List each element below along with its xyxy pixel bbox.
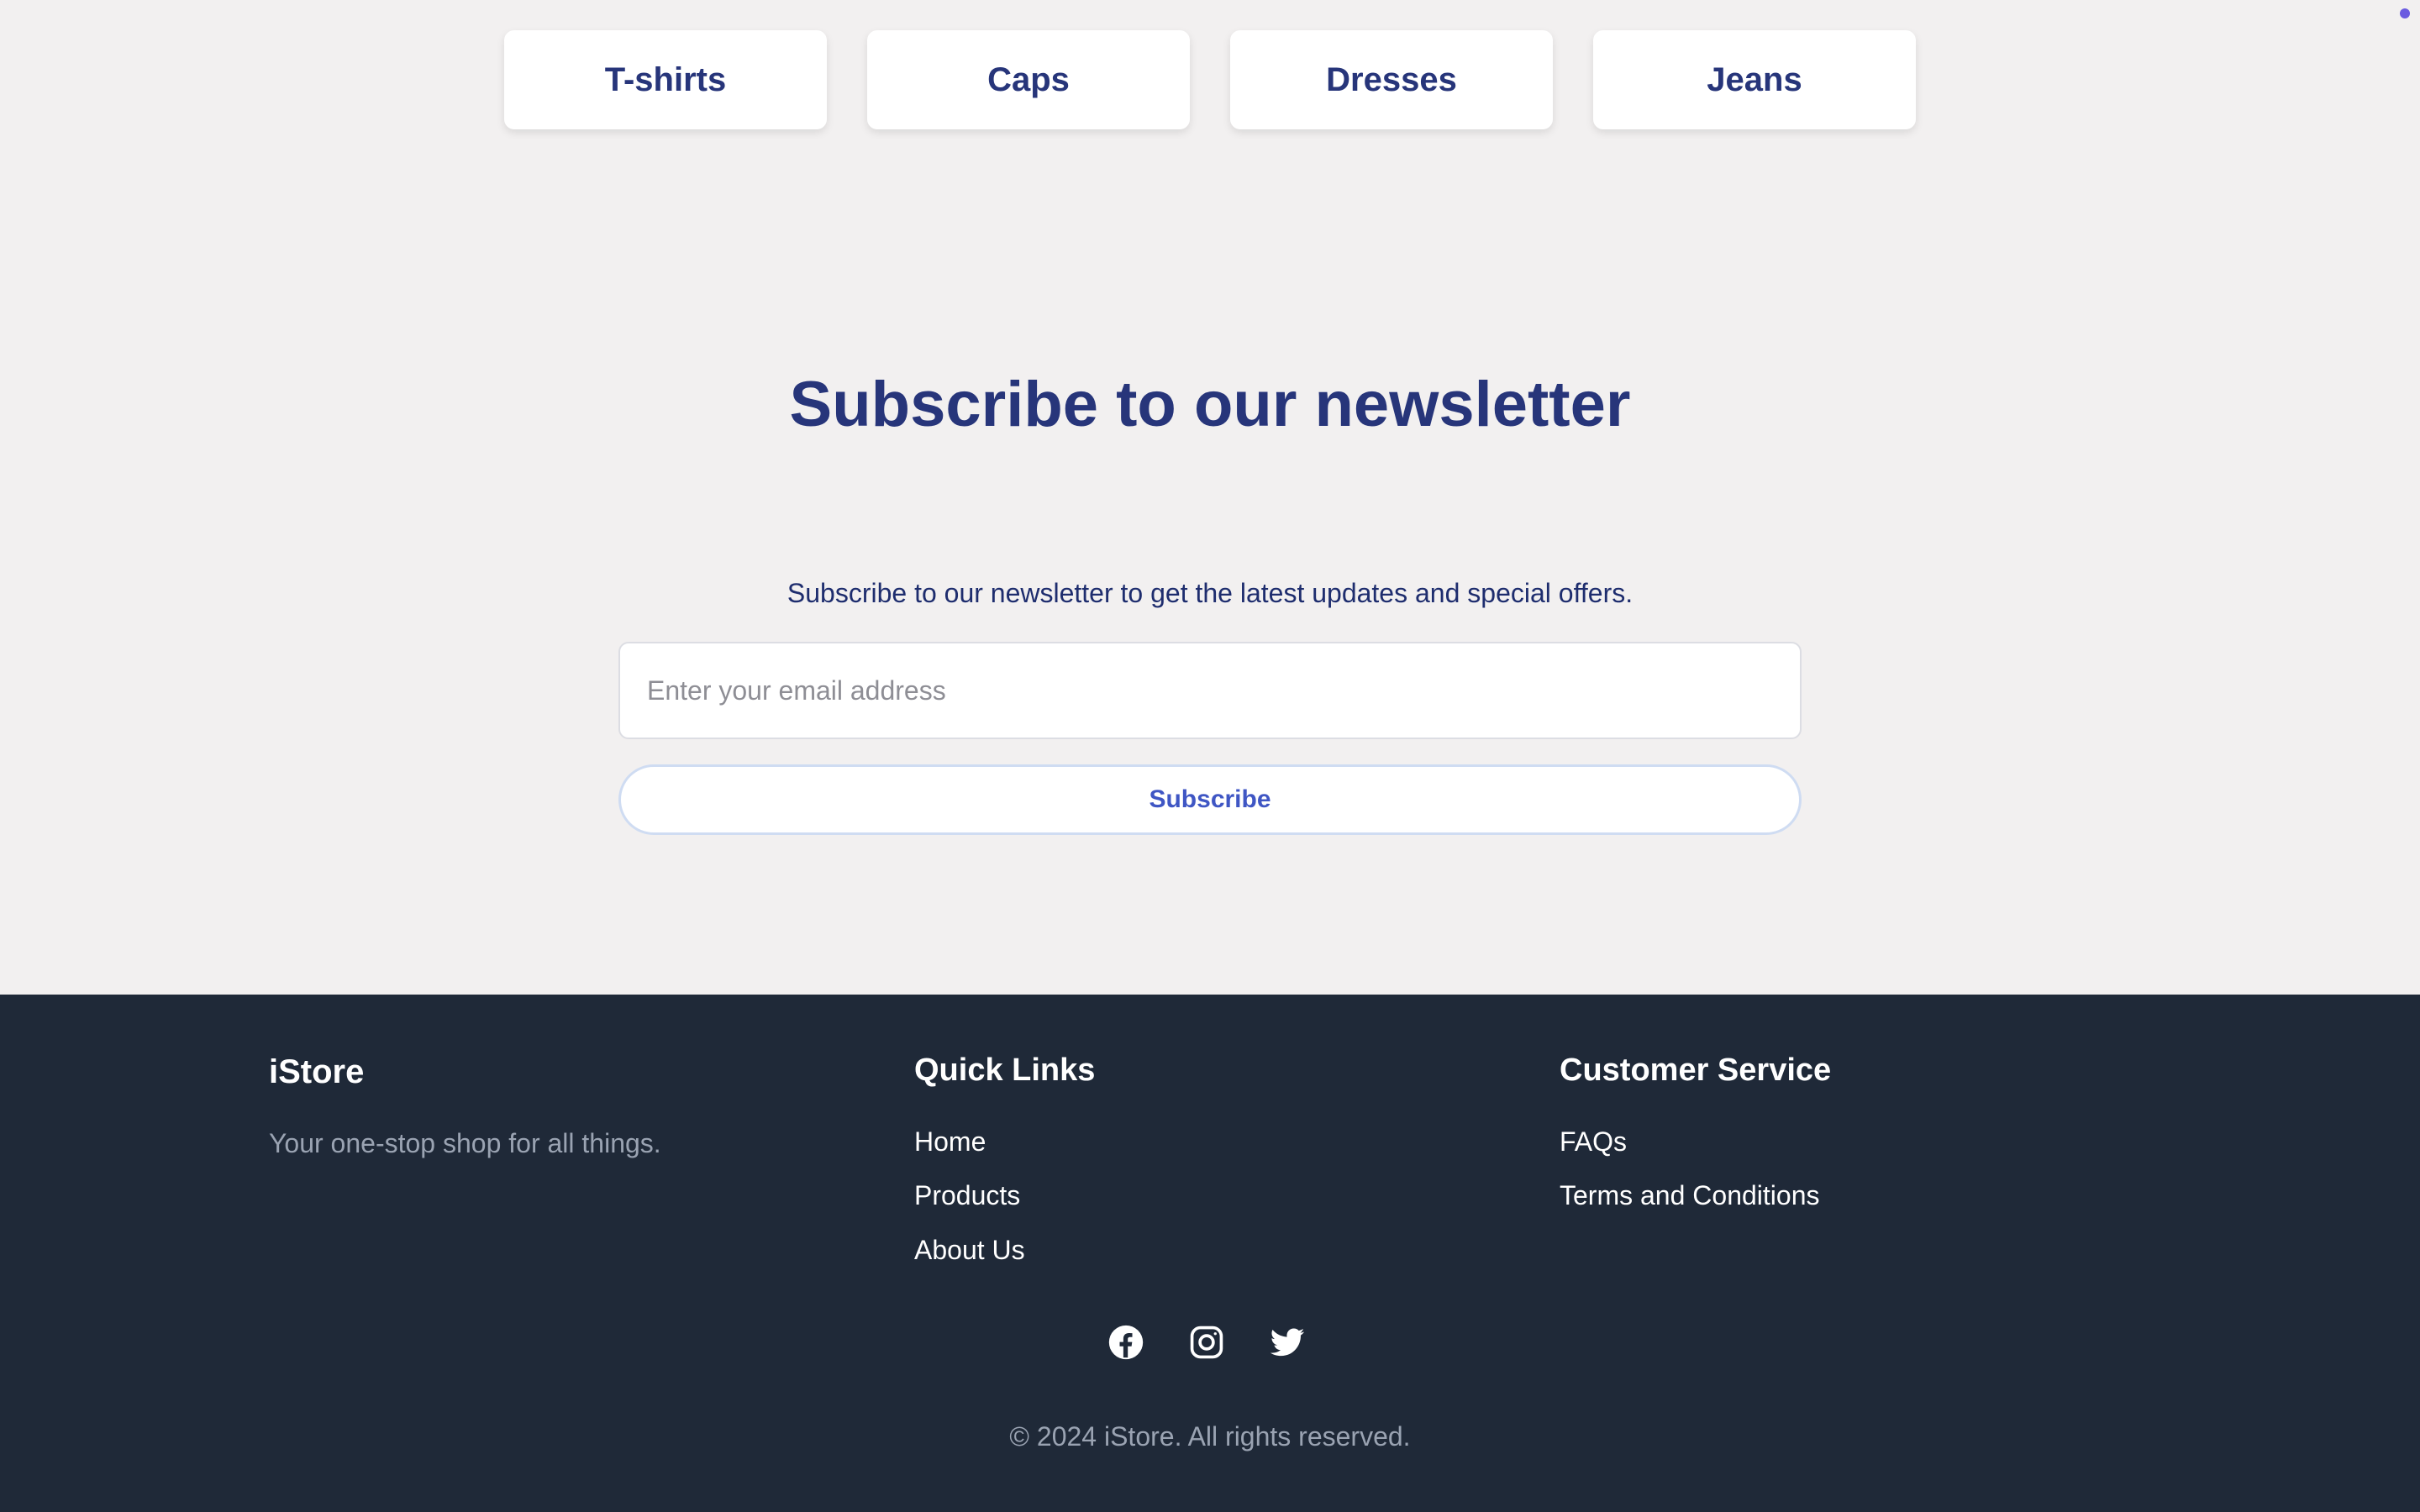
page: T-shirts Caps Dresses Jeans Subscribe to… bbox=[0, 0, 2420, 1512]
category-card-caps[interactable]: Caps bbox=[867, 30, 1190, 129]
instagram-icon[interactable] bbox=[1188, 1324, 1225, 1361]
footer-link-terms[interactable]: Terms and Conditions bbox=[1560, 1179, 1831, 1211]
social-icons bbox=[1107, 1324, 1306, 1361]
footer-link-about-us[interactable]: About Us bbox=[914, 1234, 1095, 1266]
quick-links-list: Home Products About Us bbox=[914, 1126, 1095, 1266]
newsletter-title: Subscribe to our newsletter bbox=[789, 369, 1631, 440]
footer-tagline: Your one-stop shop for all things. bbox=[269, 1128, 661, 1158]
quick-links-heading: Quick Links bbox=[914, 1053, 1096, 1088]
category-card-tshirts[interactable]: T-shirts bbox=[504, 30, 827, 129]
footer-link-products[interactable]: Products bbox=[914, 1179, 1095, 1211]
category-card-dresses[interactable]: Dresses bbox=[1230, 30, 1553, 129]
email-input[interactable] bbox=[618, 642, 1802, 739]
footer-brand-column: iStore Your one-stop shop for all things… bbox=[269, 1053, 661, 1159]
footer-customer-service-column: Customer Service FAQs Terms and Conditio… bbox=[1560, 1053, 1831, 1234]
status-dot bbox=[2400, 8, 2410, 18]
customer-service-list: FAQs Terms and Conditions bbox=[1560, 1126, 1831, 1212]
category-list: T-shirts Caps Dresses Jeans bbox=[504, 30, 1916, 129]
footer-brand-title: iStore bbox=[269, 1053, 365, 1090]
facebook-icon[interactable] bbox=[1107, 1324, 1144, 1361]
footer-link-home[interactable]: Home bbox=[914, 1126, 1095, 1158]
footer: iStore Your one-stop shop for all things… bbox=[0, 995, 2420, 1512]
customer-service-heading: Customer Service bbox=[1560, 1053, 1832, 1088]
subscribe-button[interactable]: Subscribe bbox=[618, 764, 1802, 835]
copyright: © 2024 iStore. All rights reserved. bbox=[1009, 1421, 1411, 1452]
newsletter-description: Subscribe to our newsletter to get the l… bbox=[786, 578, 1634, 608]
footer-quick-links-column: Quick Links Home Products About Us bbox=[914, 1053, 1095, 1288]
category-card-jeans[interactable]: Jeans bbox=[1593, 30, 1916, 129]
twitter-icon[interactable] bbox=[1269, 1324, 1306, 1361]
footer-link-faqs[interactable]: FAQs bbox=[1560, 1126, 1831, 1158]
